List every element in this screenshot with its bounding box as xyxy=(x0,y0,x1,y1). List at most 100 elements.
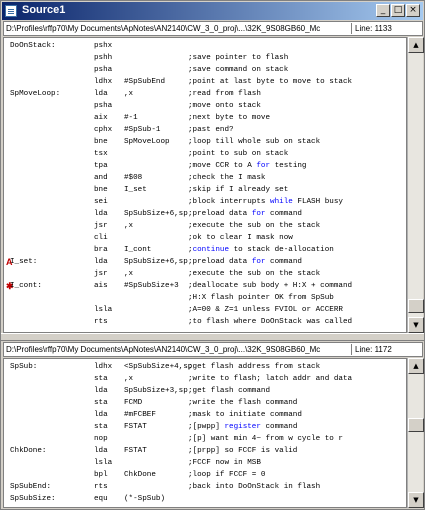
code-label: SpSub: xyxy=(10,363,38,371)
code-opcode: sei xyxy=(94,198,108,206)
close-button[interactable]: × xyxy=(406,4,420,17)
code-comment: ;read from flash xyxy=(188,90,261,98)
scroll-up-icon[interactable]: ▲ xyxy=(408,37,424,53)
code-opcode: psha xyxy=(94,102,113,110)
top-code-editor[interactable]: DoOnStack: pshx pshh ;save pointer to flash… xyxy=(3,37,407,333)
title-bar[interactable]: Source1 _ □ × xyxy=(2,2,423,20)
code-line[interactable]: lda SpSubSize+6,sp ;preload data for comma… xyxy=(4,208,406,220)
code-comment: ;move CCR to A for testing xyxy=(188,162,307,170)
code-operand: #SpSub-1 xyxy=(124,126,161,134)
code-line[interactable]: A I_set: lda SpSubSize+6,sp ;preload data fo… xyxy=(4,256,406,268)
code-operand: ,x xyxy=(124,375,134,383)
code-operand: FSTAT xyxy=(124,447,147,455)
code-opcode: psha xyxy=(94,66,113,74)
code-comment: ;write the flash command xyxy=(188,399,298,407)
maximize-button[interactable]: □ xyxy=(391,4,405,17)
code-line[interactable]: bne I_set ;skip if I already set xyxy=(4,184,406,196)
code-line[interactable]: rts ;to flash where DoOnStack was called xyxy=(4,316,406,328)
code-operand: <SpSubSize+4,sp xyxy=(124,363,193,371)
code-opcode: lda xyxy=(94,447,108,455)
code-line[interactable]: ;H:X flash pointer OK from SpSub xyxy=(4,292,406,304)
code-comment: ;loop till whole sub on stack xyxy=(188,138,321,146)
code-operand: FSTAT xyxy=(124,423,147,431)
code-line[interactable]: sei ;block interrupts while FLASH busy xyxy=(4,196,406,208)
pane-splitter[interactable] xyxy=(1,333,424,341)
top-line-indicator: Line: 1133 xyxy=(355,24,392,33)
code-comment: ;H:X flash pointer OK from SpSub xyxy=(188,294,334,302)
code-opcode: lsla xyxy=(94,306,113,314)
code-opcode: rts xyxy=(94,318,108,326)
scroll-down-icon[interactable]: ▼ xyxy=(408,492,424,508)
code-opcode: sta xyxy=(94,399,108,407)
code-label: DoOnStack: xyxy=(10,42,56,50)
bottom-code-editor[interactable]: SpSub: ldhx <SpSubSize+4,sp ;get flash addr… xyxy=(3,358,407,508)
code-line[interactable]: nop ;[p] want min 4~ from w cycle to r xyxy=(4,433,406,445)
code-opcode: bra xyxy=(94,246,108,254)
code-line[interactable]: cphx #SpSub-1 ;past end? xyxy=(4,124,406,136)
code-line[interactable]: bne SpMoveLoop ;loop till whole sub on sta… xyxy=(4,136,406,148)
code-comment: ;point at last byte to move to stack xyxy=(188,78,353,86)
code-operand: #-1 xyxy=(124,114,138,122)
code-opcode: bne xyxy=(94,186,108,194)
code-line[interactable]: ChkDone: lda FSTAT ;[prpp] so FCCF is valid xyxy=(4,445,406,457)
code-line[interactable]: aix #-1 ;next byte to move xyxy=(4,112,406,124)
top-vertical-scrollbar[interactable]: ▲ ▼ xyxy=(407,37,424,333)
code-line[interactable]: psha ;save command on stack xyxy=(4,64,406,76)
top-path-bar: D:\Profiles\rffp70\My Documents\ApNotes\… xyxy=(3,21,423,36)
code-operand: I_set xyxy=(124,186,147,194)
code-line[interactable]: lsla ;FCCF now in MSB xyxy=(4,457,406,469)
code-line[interactable]: sta FSTAT ;[pwpp] register command xyxy=(4,421,406,433)
code-label: SpSubSize: xyxy=(10,495,56,503)
code-line[interactable]: tpa ;move CCR to A for testing xyxy=(4,160,406,172)
code-operand: ,x xyxy=(124,90,134,98)
code-opcode: jsr xyxy=(94,270,108,278)
code-line[interactable]: SpMoveLoop: lda ,x ;read from flash xyxy=(4,88,406,100)
code-comment: ;execute the sub on the stack xyxy=(188,222,321,230)
code-operand: ChkDone xyxy=(124,471,156,479)
code-line[interactable]: jsr ,x ;execute the sub on the stack xyxy=(4,268,406,280)
code-opcode: rts xyxy=(94,483,108,491)
code-line[interactable]: cli ;ok to clear I mask now xyxy=(4,232,406,244)
code-line[interactable]: DoOnStack: pshx xyxy=(4,40,406,52)
code-opcode: and xyxy=(94,174,108,182)
code-line[interactable]: bra I_cont ;continue to stack de-allocatio… xyxy=(4,244,406,256)
code-comment: ;deallocate sub body + H:X + command xyxy=(188,282,353,290)
code-comment: ;mask to initiate command xyxy=(188,411,302,419)
code-comment: ;block interrupts while FLASH busy xyxy=(188,198,343,206)
code-line[interactable]: psha ;move onto stack xyxy=(4,100,406,112)
code-opcode: cphx xyxy=(94,126,113,134)
scroll-up-icon[interactable]: ▲ xyxy=(408,358,424,374)
code-line[interactable]: tsx ;point to sub on stack xyxy=(4,148,406,160)
code-line[interactable]: ✱ I_cont: ais #SpSubSize+3 ;deallocate sub b… xyxy=(4,280,406,292)
code-line[interactable]: SpSub: ldhx <SpSubSize+4,sp ;get flash addr… xyxy=(4,361,406,373)
bottom-vertical-scrollbar[interactable]: ▲ ▼ xyxy=(407,358,424,508)
code-comment: ;point to sub on stack xyxy=(188,150,289,158)
code-line[interactable]: jsr ,x ;execute the sub on the stack xyxy=(4,220,406,232)
code-comment: ;FCCF now in MSB xyxy=(188,459,261,467)
code-line[interactable]: ldhx #SpSubEnd ;point at last byte to move… xyxy=(4,76,406,88)
code-line[interactable]: pshh ;save pointer to flash xyxy=(4,52,406,64)
code-line[interactable]: lsla ;A=00 & Z=1 unless FVIOL or ACCERR xyxy=(4,304,406,316)
code-label: I_cont: xyxy=(10,282,42,290)
source-window: Source1 _ □ × D:\Profiles\rffp70\My Docume… xyxy=(0,0,425,510)
code-line[interactable]: lda SpSubSize+3,sp ;get flash command xyxy=(4,385,406,397)
code-line[interactable]: SpSubSize: equ (*-SpSub) xyxy=(4,493,406,505)
code-line[interactable]: sta ,x ;write to flash; latch addr and dat… xyxy=(4,373,406,385)
code-label: I_set: xyxy=(10,258,38,266)
code-line[interactable]: lda #mFCBEF ;mask to initiate command xyxy=(4,409,406,421)
code-operand: (*-SpSub) xyxy=(124,495,166,503)
code-line[interactable]: SpSubEnd: rts ;back into DoOnStack in flas… xyxy=(4,481,406,493)
top-scroll-thumb[interactable] xyxy=(408,299,424,313)
code-line[interactable]: and #$08 ;check the I mask xyxy=(4,172,406,184)
code-comment: ;move onto stack xyxy=(188,102,261,110)
scroll-down-icon[interactable]: ▼ xyxy=(408,317,424,333)
code-label: SpSubEnd: xyxy=(10,483,52,491)
bottom-scroll-thumb[interactable] xyxy=(408,418,424,432)
code-comment: ;[p] want min 4~ from w cycle to r xyxy=(188,435,343,443)
code-line[interactable]: sta FCMD ;write the flash command xyxy=(4,397,406,409)
code-line[interactable]: bpl ChkDone ;loop if FCCF = 0 xyxy=(4,469,406,481)
code-comment: ;save pointer to flash xyxy=(188,54,289,62)
minimize-button[interactable]: _ xyxy=(376,4,390,17)
code-opcode: bne xyxy=(94,138,108,146)
code-comment: ;preload data for command xyxy=(188,258,302,266)
